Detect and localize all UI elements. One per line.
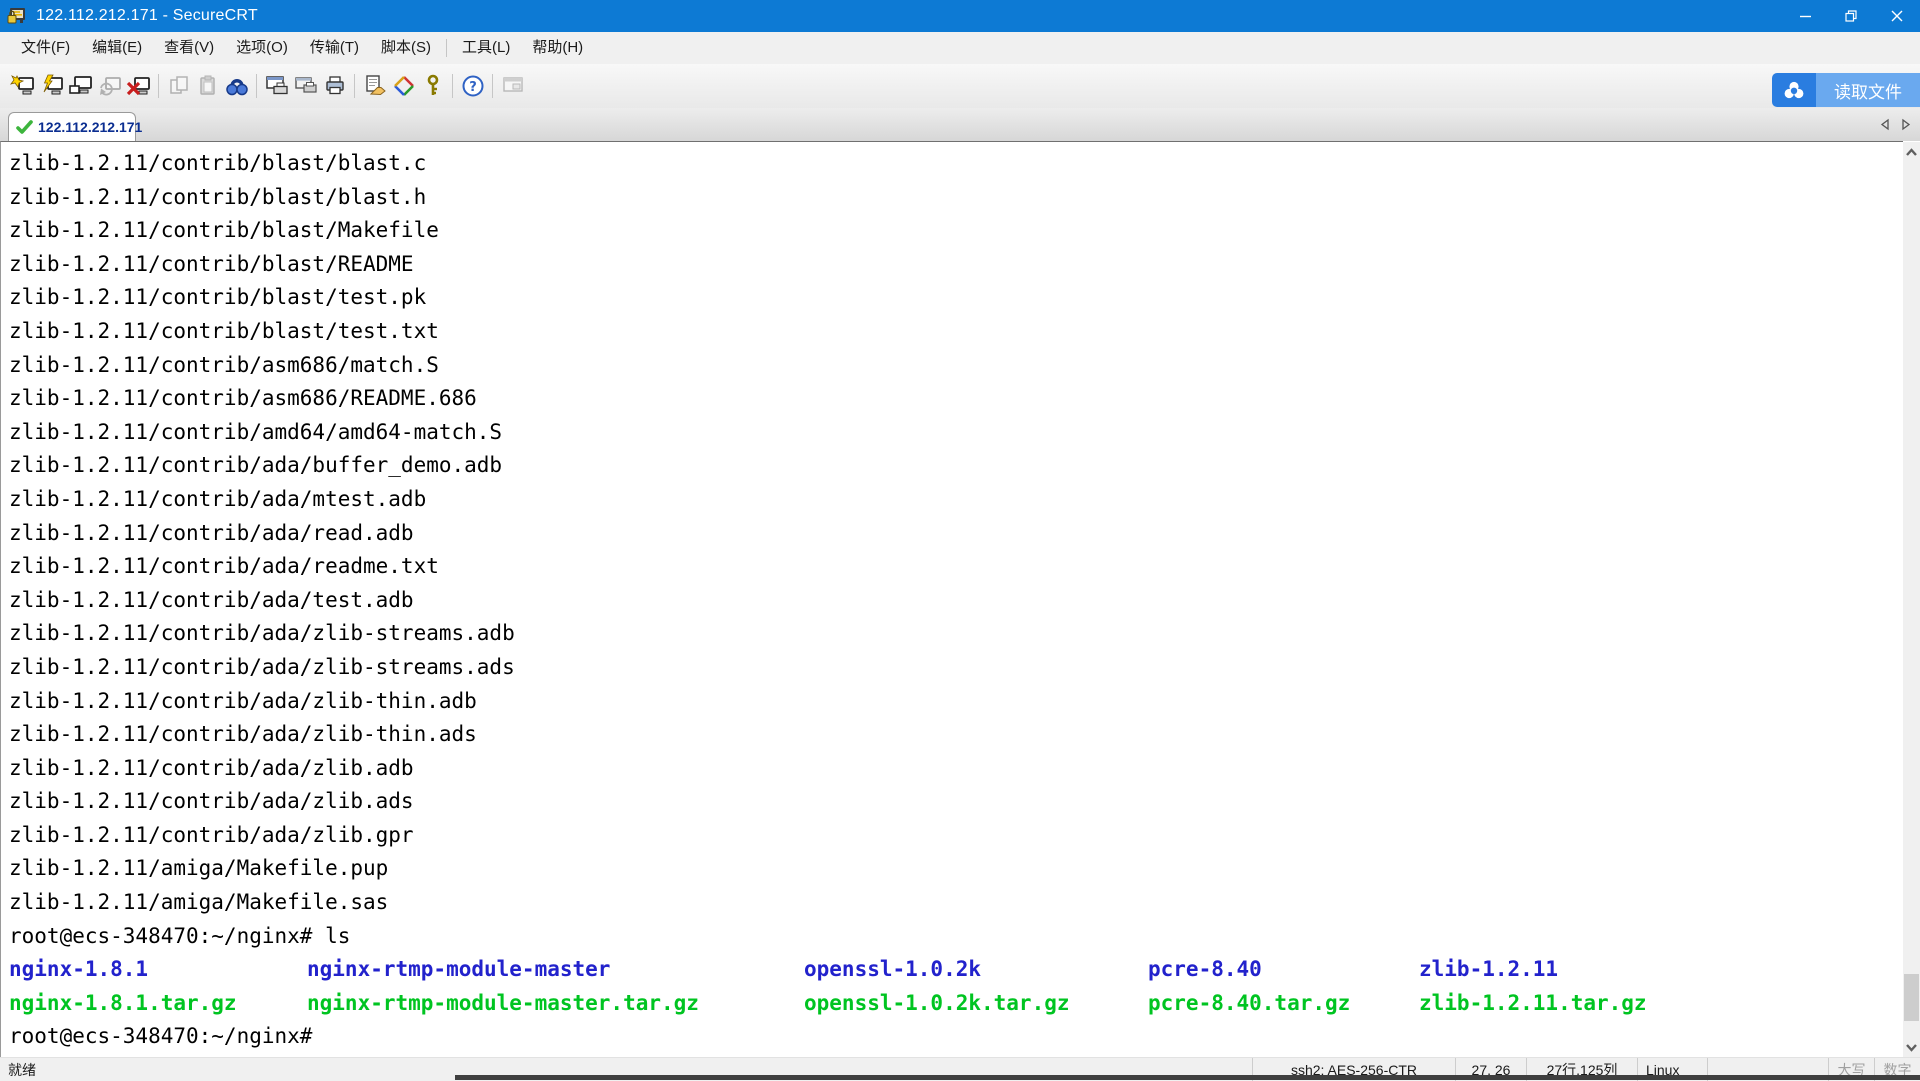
restore-icon — [1845, 10, 1857, 22]
menu-item-transfer[interactable]: 传输(T) — [299, 32, 370, 64]
copy-icon — [164, 71, 193, 101]
terminal-line: nginx-1.8.1.tar.gz nginx-rtmp-module-mast… — [9, 987, 1903, 1021]
terminal-line: root@ecs-348470:~/nginx# — [9, 1020, 1903, 1054]
terminal-line: zlib-1.2.11/amiga/Makefile.pup — [9, 852, 1903, 886]
menu-item-options[interactable]: 选项(O) — [225, 32, 299, 64]
securecrt-app-icon — [7, 6, 27, 26]
terminal-line: zlib-1.2.11/contrib/ada/zlib.ads — [9, 785, 1903, 819]
terminal-line: zlib-1.2.11/contrib/ada/zlib-thin.adb — [9, 685, 1903, 719]
tab-bar: 122.112.212.171 — [0, 108, 1920, 141]
print-eject-icon[interactable] — [291, 71, 320, 101]
ls-directory: openssl-1.0.2k — [804, 953, 981, 987]
ls-archive: pcre-8.40.tar.gz — [1148, 987, 1350, 1021]
terminal-line: zlib-1.2.11/contrib/ada/zlib.adb — [9, 752, 1903, 786]
scrollbar-thumb[interactable] — [1904, 974, 1919, 1021]
close-icon — [1891, 10, 1903, 22]
terminal-line: zlib-1.2.11/amiga/Makefile.sas — [9, 886, 1903, 920]
terminal-line: zlib-1.2.11/contrib/ada/zlib-thin.ads — [9, 718, 1903, 752]
restore-button[interactable] — [1828, 0, 1874, 32]
terminal-line: zlib-1.2.11/contrib/blast/test.pk — [9, 281, 1903, 315]
terminal-line: zlib-1.2.11/contrib/blast/Makefile — [9, 214, 1903, 248]
terminal-line: zlib-1.2.11/contrib/blast/README — [9, 248, 1903, 282]
toolbar: ? — [0, 64, 1920, 108]
connect-icon[interactable] — [37, 71, 66, 101]
status-ready: 就绪 — [0, 1060, 36, 1080]
menu-item-script[interactable]: 脚本(S) — [370, 32, 442, 64]
toolbar-separator — [256, 74, 257, 98]
connect-in-tab-icon[interactable] — [66, 71, 95, 101]
disconnect-icon[interactable] — [124, 71, 153, 101]
scroll-down-icon[interactable] — [1903, 1038, 1920, 1055]
minimize-button[interactable] — [1782, 0, 1828, 32]
menu-item-help[interactable]: 帮助(H) — [521, 32, 594, 64]
ls-archive: openssl-1.0.2k.tar.gz — [804, 987, 1070, 1021]
find-icon[interactable] — [222, 71, 251, 101]
terminal-line: zlib-1.2.11/contrib/blast/blast.h — [9, 181, 1903, 215]
ls-directory: nginx-1.8.1 — [9, 953, 148, 987]
toolbar-separator — [354, 74, 355, 98]
bottom-edge-strip — [455, 1075, 1920, 1080]
key-agent-icon[interactable] — [418, 71, 447, 101]
terminal-line: zlib-1.2.11/contrib/ada/buffer_demo.adb — [9, 449, 1903, 483]
terminal-output[interactable]: zlib-1.2.11/contrib/blast/blast.czlib-1.… — [0, 141, 1903, 1057]
session-options-icon[interactable] — [389, 71, 418, 101]
terminal-line: zlib-1.2.11/contrib/blast/test.txt — [9, 315, 1903, 349]
close-button[interactable] — [1874, 0, 1920, 32]
terminal-line: zlib-1.2.11/contrib/ada/readme.txt — [9, 550, 1903, 584]
reconnect-icon — [95, 71, 124, 101]
terminal-line: zlib-1.2.11/contrib/ada/zlib.gpr — [9, 819, 1903, 853]
read-file-label: 读取文件 — [1816, 73, 1920, 107]
connected-check-icon — [16, 120, 33, 135]
terminal-line: zlib-1.2.11/contrib/ada/read.adb — [9, 517, 1903, 551]
menu-separator — [446, 39, 447, 57]
ls-archive: nginx-rtmp-module-master.tar.gz — [307, 987, 699, 1021]
terminal-line: zlib-1.2.11/contrib/ada/zlib-streams.ads — [9, 651, 1903, 685]
ls-directory: pcre-8.40 — [1148, 953, 1262, 987]
session-tab[interactable]: 122.112.212.171 — [8, 112, 136, 141]
menu-item-tools[interactable]: 工具(L) — [451, 32, 521, 64]
terminal-line: zlib-1.2.11/contrib/asm686/match.S — [9, 349, 1903, 383]
ls-directory: zlib-1.2.11 — [1419, 953, 1558, 987]
terminal-line: zlib-1.2.11/contrib/ada/test.adb — [9, 584, 1903, 618]
terminal-line: zlib-1.2.11/contrib/blast/blast.c — [9, 147, 1903, 181]
terminal-line: nginx-1.8.1 nginx-rtmp-module-master opens… — [9, 953, 1903, 987]
tab-scroll-left-icon[interactable] — [1879, 118, 1891, 131]
terminal-line: zlib-1.2.11/contrib/amd64/amd64-match.S — [9, 416, 1903, 450]
print-icon[interactable] — [320, 71, 349, 101]
window-title: 122.112.212.171 - SecureCRT — [36, 7, 258, 25]
quick-connect-icon[interactable] — [8, 71, 37, 101]
properties-icon[interactable] — [360, 71, 389, 101]
netdisk-overlay-button[interactable]: 读取文件 — [1772, 73, 1920, 107]
print-preview-icon[interactable] — [262, 71, 291, 101]
vertical-scrollbar[interactable] — [1903, 142, 1920, 1057]
toolbar-separator — [452, 74, 453, 98]
session-tab-label: 122.112.212.171 — [38, 119, 142, 135]
menu-item-edit[interactable]: 编辑(E) — [81, 32, 153, 64]
title-bar: 122.112.212.171 - SecureCRT — [0, 0, 1920, 32]
netdisk-icon — [1772, 73, 1816, 107]
terminal-line: zlib-1.2.11/contrib/ada/zlib-streams.adb — [9, 617, 1903, 651]
svg-text:?: ? — [469, 80, 477, 95]
terminal-line: root@ecs-348470:~/nginx# ls — [9, 920, 1903, 954]
menu-item-view[interactable]: 查看(V) — [153, 32, 225, 64]
scroll-up-icon[interactable] — [1903, 143, 1920, 160]
ls-archive: zlib-1.2.11.tar.gz — [1419, 987, 1647, 1021]
menu-bar: 文件(F)编辑(E)查看(V)选项(O)传输(T)脚本(S) 工具(L)帮助(H) — [0, 32, 1920, 64]
help-icon[interactable]: ? — [458, 71, 487, 101]
terminal-line: zlib-1.2.11/contrib/asm686/README.686 — [9, 382, 1903, 416]
tab-scroll-right-icon[interactable] — [1900, 118, 1912, 131]
toolbar-separator — [158, 74, 159, 98]
terminal-line: zlib-1.2.11/contrib/ada/mtest.adb — [9, 483, 1903, 517]
minimize-icon — [1800, 11, 1811, 22]
toolbar-separator — [492, 74, 493, 98]
menu-item-file[interactable]: 文件(F) — [10, 32, 81, 64]
window-arrange-icon — [498, 71, 527, 101]
ls-directory: nginx-rtmp-module-master — [307, 953, 610, 987]
ls-archive: nginx-1.8.1.tar.gz — [9, 987, 237, 1021]
paste-icon — [193, 71, 222, 101]
